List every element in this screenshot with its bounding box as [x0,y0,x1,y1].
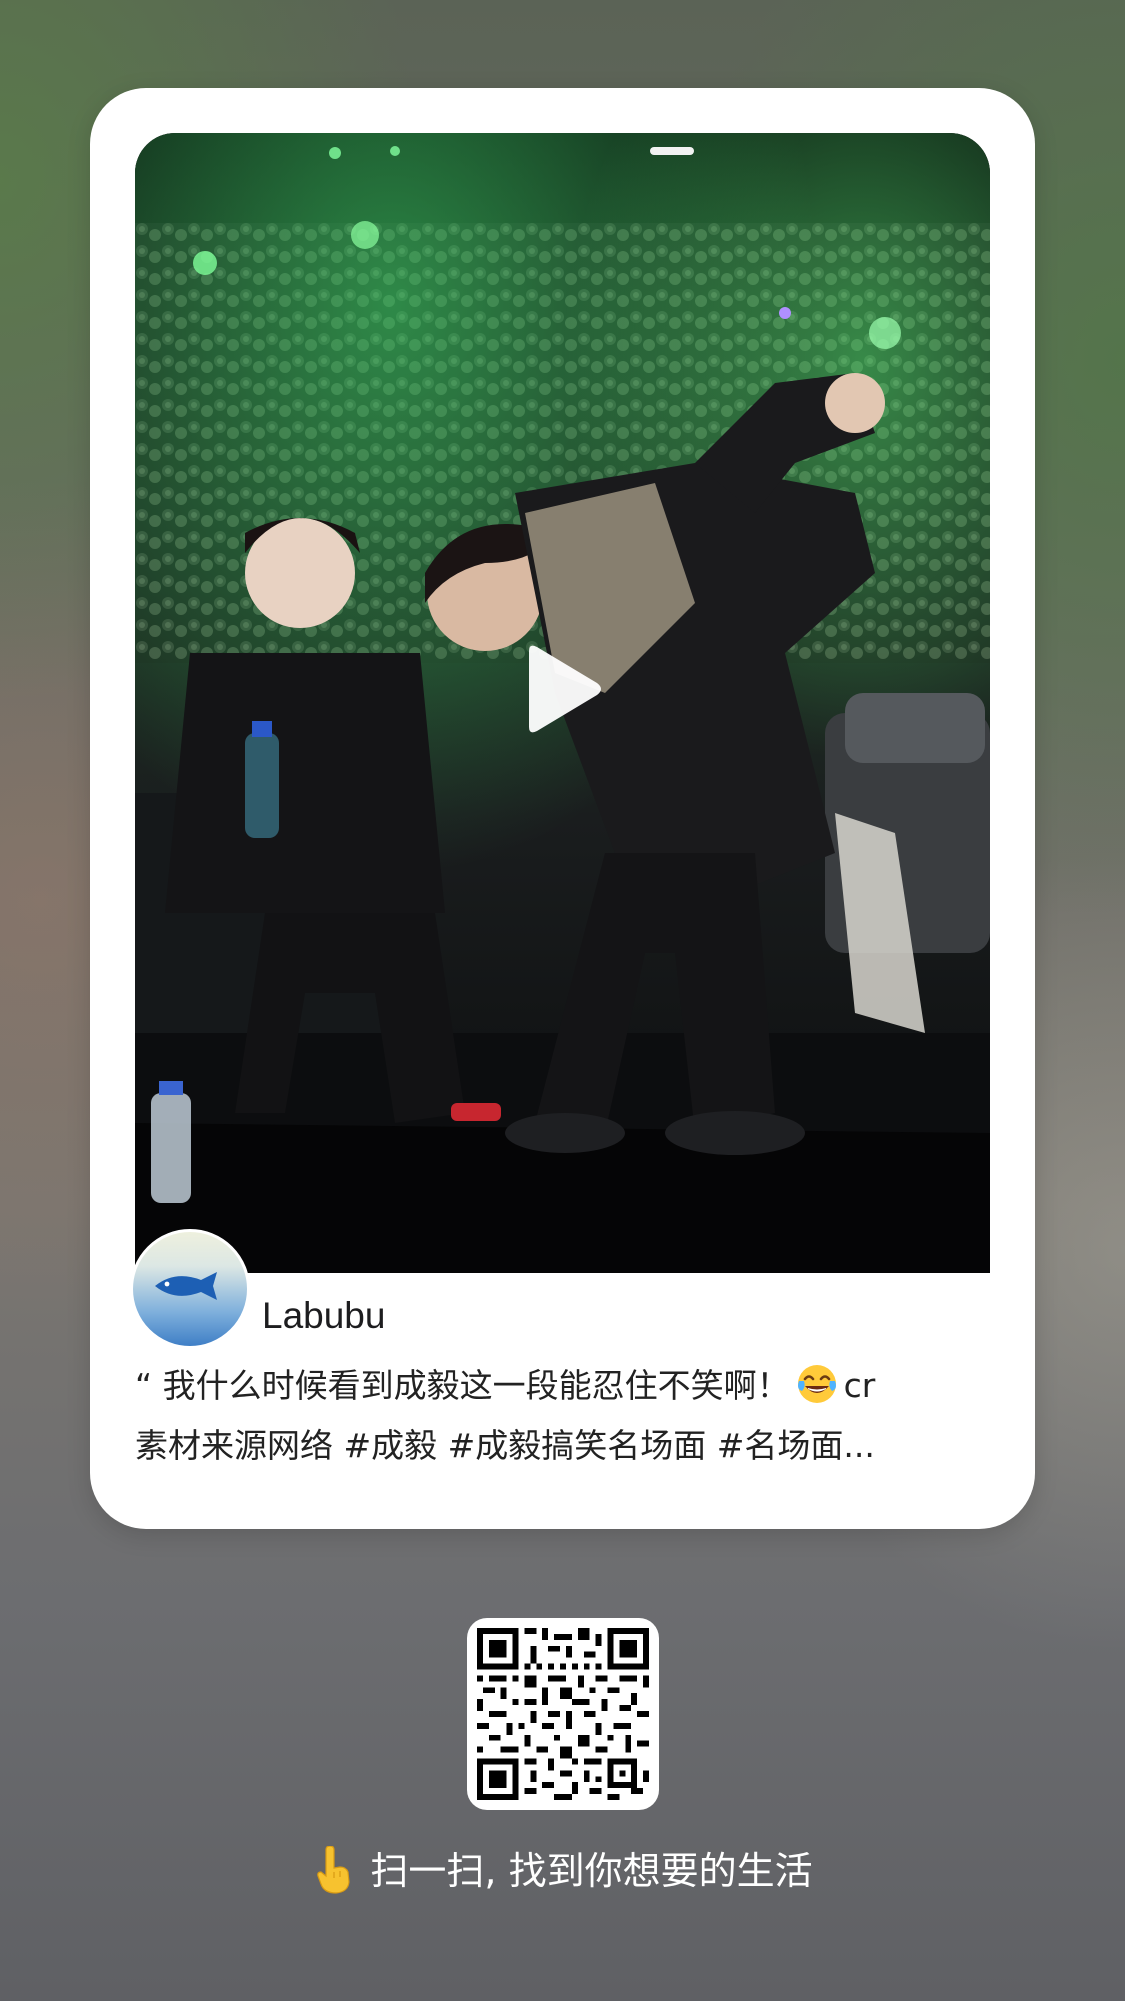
caption-line-2: 素材来源网络 #成毅 #成毅搞笑名场面 #名场面... [135,1426,875,1465]
caption-text-start: “ 我什么时候看到成毅这一段能忍住不笑啊！ [135,1366,790,1405]
fish-icon [155,1272,217,1300]
tagline: 扫一扫, 找到你想要的生活 [0,1846,1125,1896]
post-caption[interactable]: “ 我什么时候看到成毅这一段能忍住不笑啊！ cr 素材来源网络 #成毅 #成毅搞… [135,1356,995,1476]
caption-line-1: “ 我什么时候看到成毅这一段能忍住不笑啊！ cr [135,1356,995,1416]
qr-code-image [477,1628,649,1800]
face-with-tears-of-joy-icon [797,1365,836,1403]
video-thumbnail[interactable] [135,133,990,1273]
post-share-card: Labubu “ 我什么时候看到成毅这一段能忍住不笑啊！ cr 素材来源网络 #… [90,88,1035,1529]
caption-text-end: cr [843,1366,876,1405]
tagline-text: 扫一扫, 找到你想要的生活 [370,1849,813,1893]
pointing-up-hand-icon [317,1846,351,1894]
play-icon[interactable] [517,641,605,737]
avatar[interactable] [130,1229,250,1349]
qr-code [467,1618,659,1810]
username[interactable]: Labubu [262,1294,385,1338]
